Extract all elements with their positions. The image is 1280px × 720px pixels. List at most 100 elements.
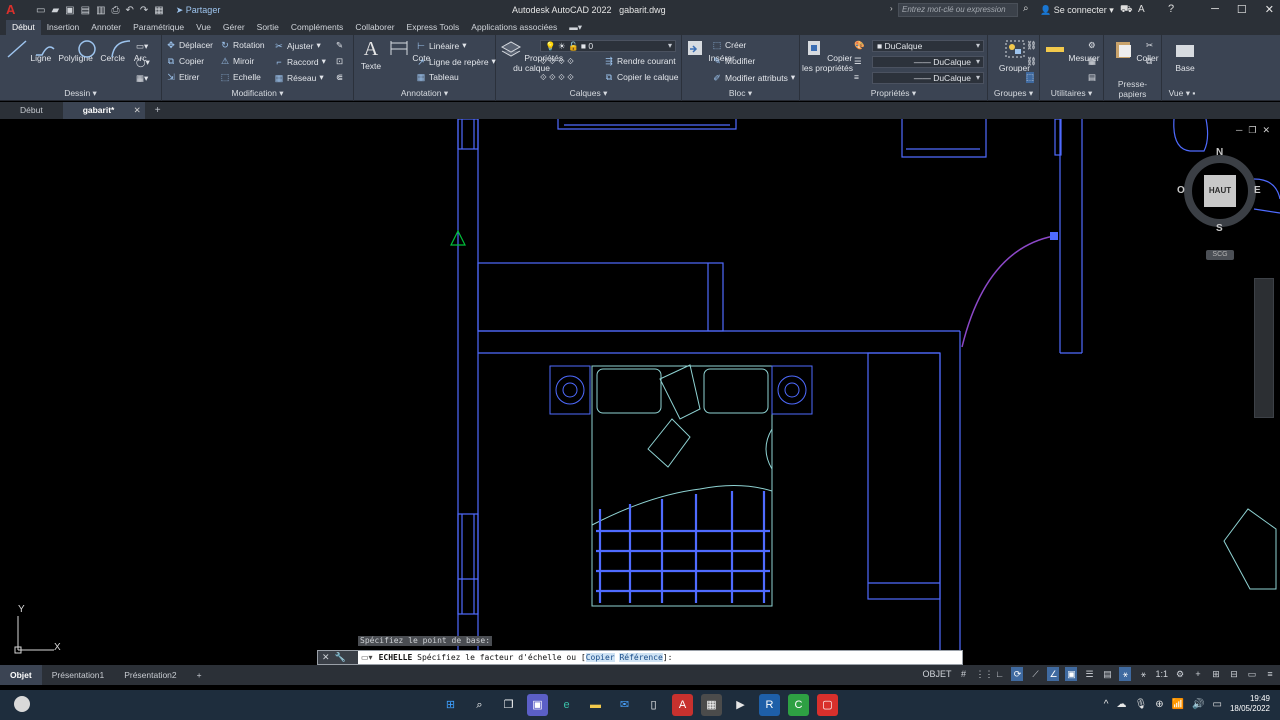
ellipse-icon[interactable]: ◯▾ bbox=[136, 57, 150, 68]
print-icon[interactable]: ⎙ bbox=[112, 5, 120, 16]
revit-icon[interactable]: R bbox=[759, 694, 780, 716]
quick-select-icon[interactable]: ⚙ bbox=[1088, 40, 1096, 51]
groupes-panel-title[interactable]: Groupes ▾ bbox=[988, 88, 1039, 99]
customize-icon[interactable]: 🔧 bbox=[335, 652, 346, 663]
isodraft-icon[interactable]: ⟋ bbox=[1029, 667, 1041, 681]
tab-vue[interactable]: Vue bbox=[190, 20, 217, 35]
workspace-icon[interactable]: ▦ bbox=[154, 5, 163, 16]
battery-icon[interactable]: ▭ bbox=[1213, 699, 1222, 710]
raccord-button[interactable]: ⌐ Raccord ▾ bbox=[274, 56, 326, 67]
edge-icon[interactable]: e bbox=[556, 694, 577, 716]
viewport-restore-icon[interactable]: ❐ bbox=[1248, 125, 1256, 136]
compass-north[interactable]: N bbox=[1216, 147, 1223, 158]
object-snap-tracking-icon[interactable]: ∠ bbox=[1047, 667, 1060, 681]
tab-presentation2[interactable]: Présentation2 bbox=[114, 665, 186, 685]
reseau-button[interactable]: ▦ Réseau ▾ bbox=[274, 72, 324, 83]
copy-clip-icon[interactable]: ⧉ bbox=[1146, 56, 1152, 67]
option-reference[interactable]: Référence bbox=[619, 653, 663, 662]
etirer-button[interactable]: ⇲ Etirer bbox=[166, 72, 199, 82]
new-tab-icon[interactable]: + bbox=[145, 105, 161, 116]
modification-panel-title[interactable]: Modification ▾ bbox=[162, 88, 353, 99]
viewport-minimize-icon[interactable]: ─ bbox=[1236, 125, 1242, 136]
save-as-icon[interactable]: ▤ bbox=[81, 5, 90, 16]
search-taskbar-icon[interactable]: ⌕ bbox=[469, 694, 490, 716]
autocad-taskbar-icon[interactable]: A bbox=[672, 694, 693, 716]
customization-menu-icon[interactable]: ≡ bbox=[1264, 667, 1276, 681]
open-icon[interactable]: ▰ bbox=[51, 5, 59, 16]
ligne-repere-button[interactable]: ↗ Ligne de repère ▾ bbox=[416, 56, 496, 67]
media-player-icon[interactable]: ▶ bbox=[730, 694, 751, 716]
search-icon[interactable]: ⌕ bbox=[1023, 3, 1029, 14]
tab-debut[interactable]: Début bbox=[6, 20, 41, 35]
viewport-close-icon[interactable]: ✕ bbox=[1262, 125, 1270, 136]
cloud-icon[interactable]: ☁ bbox=[1117, 699, 1127, 710]
ucs-menu[interactable]: SCG bbox=[1206, 250, 1234, 260]
hatch-icon[interactable]: ▦▾ bbox=[136, 73, 148, 84]
base-button[interactable]: Base bbox=[1168, 39, 1202, 73]
apps-icon[interactable]: A bbox=[1138, 4, 1145, 15]
command-prompt[interactable]: ECHELLE Spécifiez le facteur d'échelle o… bbox=[373, 653, 672, 662]
share-button[interactable]: ➤ Partager bbox=[176, 5, 221, 16]
tableau-button[interactable]: ▦ Tableau bbox=[416, 72, 459, 82]
id-point-icon[interactable]: ▤ bbox=[1088, 72, 1096, 83]
tab-complements[interactable]: Compléments bbox=[285, 20, 349, 35]
modifier-button[interactable]: ✎ Modifier bbox=[712, 56, 755, 66]
compass-south[interactable]: S bbox=[1216, 223, 1223, 234]
search-input[interactable]: Entrez mot-clé ou expression bbox=[898, 3, 1018, 17]
texte-button[interactable]: A Texte bbox=[360, 39, 382, 71]
file-explorer-icon[interactable]: ▬ bbox=[585, 694, 606, 716]
transparency-icon[interactable]: ▤ bbox=[1101, 667, 1113, 681]
tab-gabarit-file[interactable]: gabarit* ✕ bbox=[62, 102, 145, 119]
group-select-icon[interactable]: ⬚ bbox=[1026, 72, 1035, 83]
cut-icon[interactable]: ✂ bbox=[1146, 40, 1153, 51]
copier-calque-button[interactable]: ⧉ Copier le calque bbox=[604, 72, 679, 82]
group-edit-icon[interactable]: ⛓ bbox=[1026, 56, 1037, 67]
mail-icon[interactable]: ✉ bbox=[614, 694, 635, 716]
volume-icon[interactable]: 🔊 bbox=[1192, 699, 1204, 710]
ajuster-button[interactable]: ✂ Ajuster ▾ bbox=[274, 40, 321, 51]
close-tab-icon[interactable]: ✕ bbox=[134, 102, 141, 119]
tray-chevron-icon[interactable]: ^ bbox=[1104, 699, 1109, 710]
color-wheel-icon[interactable]: 🎨 bbox=[854, 40, 865, 51]
copier-button[interactable]: ⧉ Copier bbox=[166, 56, 204, 66]
annotation-panel-title[interactable]: Annotation ▾ bbox=[354, 88, 495, 99]
offset-icon[interactable]: ⋐ bbox=[336, 72, 343, 83]
tab-insertion[interactable]: Insertion bbox=[41, 20, 86, 35]
grid-icon[interactable]: # bbox=[957, 667, 969, 681]
tab-annoter[interactable]: Annoter bbox=[85, 20, 127, 35]
linetype-dropdown[interactable]: —— DuCalque bbox=[872, 56, 984, 68]
start-icon[interactable]: ⊞ bbox=[440, 694, 461, 716]
lineweight-toggle-icon[interactable]: ☰ bbox=[1083, 667, 1095, 681]
command-line[interactable]: ✕ 🔧 ▭▾ ECHELLE Spécifiez le facteur d'éc… bbox=[317, 650, 963, 665]
calques-panel-title[interactable]: Calques ▾ bbox=[496, 88, 681, 99]
navigation-bar[interactable] bbox=[1254, 278, 1274, 418]
microphone-icon[interactable]: 🎙 bbox=[1135, 699, 1148, 710]
viewcube-top-face[interactable]: HAUT bbox=[1204, 175, 1236, 207]
annotation-visibility-icon[interactable]: ⚹ bbox=[1119, 667, 1132, 681]
viewcube[interactable]: N S O E HAUT bbox=[1176, 145, 1264, 245]
annotation-scale[interactable]: 1:1 bbox=[1155, 669, 1168, 679]
task-view-icon[interactable]: ❐ bbox=[498, 694, 519, 716]
notepad-icon[interactable]: ▯ bbox=[643, 694, 664, 716]
save-icon[interactable]: ▣ bbox=[65, 5, 74, 16]
tab-sortie[interactable]: Sortie bbox=[251, 20, 285, 35]
tab-collaborer[interactable]: Collaborer bbox=[349, 20, 400, 35]
add-layout-icon[interactable]: + bbox=[187, 665, 212, 685]
rendre-courant-button[interactable]: ⇶ Rendre courant bbox=[604, 56, 675, 66]
model-space-label[interactable]: OBJET bbox=[922, 669, 951, 679]
widgets-icon[interactable] bbox=[14, 696, 30, 712]
expand-arrow-icon[interactable]: › bbox=[890, 4, 893, 13]
tab-presentation1[interactable]: Présentation1 bbox=[42, 665, 114, 685]
command-history-icon[interactable]: ▭▾ bbox=[358, 653, 373, 662]
isolate-icon[interactable]: ▭ bbox=[1246, 667, 1258, 681]
option-copier[interactable]: Copier bbox=[585, 653, 615, 662]
drawing-canvas[interactable]: ─ ❐ ✕ bbox=[0, 119, 1280, 665]
maximize-icon[interactable]: ☐ bbox=[1237, 3, 1247, 16]
quick-properties-icon[interactable]: ⊟ bbox=[1228, 667, 1240, 681]
creer-button[interactable]: ⬚ Créer bbox=[712, 40, 747, 50]
vue-panel-title[interactable]: Vue ▾ ▪ bbox=[1162, 88, 1202, 99]
tab-applications-associees[interactable]: Applications associées bbox=[465, 20, 563, 35]
erase-icon[interactable]: ✎ bbox=[336, 40, 343, 51]
rotation-button[interactable]: ↻ Rotation bbox=[220, 40, 264, 50]
tab-parametrique[interactable]: Paramétrique bbox=[127, 20, 190, 35]
